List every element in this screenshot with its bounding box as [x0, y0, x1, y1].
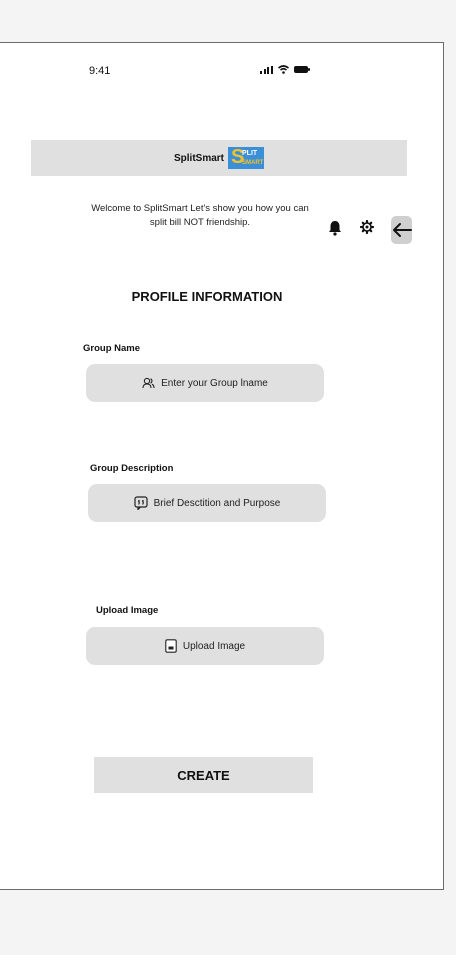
gear-icon[interactable] — [360, 220, 374, 234]
logo-word-top: PLIT — [242, 150, 258, 157]
group-description-label: Group Description — [90, 463, 174, 474]
image-icon — [165, 639, 177, 653]
section-title: PROFILE INFORMATION — [131, 289, 283, 304]
status-time: 9:41 — [89, 65, 111, 77]
upload-image-button[interactable]: Upload Image — [86, 627, 324, 665]
quote-icon — [134, 496, 148, 510]
signal-icon — [260, 65, 273, 74]
group-name-input[interactable]: Enter your Group lname — [86, 364, 324, 402]
upload-image-label: Upload Image — [96, 605, 159, 616]
back-button[interactable] — [391, 216, 412, 244]
group-description-input[interactable]: Brief Desctition and Purpose — [88, 484, 326, 522]
group-name-placeholder: Enter your Group lname — [161, 377, 268, 389]
arrow-left-icon — [392, 223, 412, 237]
upload-image-button-label: Upload Image — [182, 640, 246, 652]
welcome-text: Welcome to SplitSmart Let's show you how… — [91, 203, 309, 228]
create-button[interactable]: CREATE — [94, 757, 313, 793]
battery-icon — [293, 66, 310, 73]
status-icons — [260, 65, 310, 74]
wifi-icon — [277, 65, 289, 74]
group-description-placeholder: Brief Desctition and Purpose — [153, 497, 281, 509]
logo-word-bottom: SMART — [242, 160, 264, 166]
app-name: SplitSmart — [174, 153, 225, 164]
app-logo: S PLIT SMART — [228, 147, 264, 169]
bell-icon[interactable] — [328, 220, 342, 236]
user-group-icon — [142, 377, 155, 389]
group-name-label: Group Name — [83, 343, 141, 354]
